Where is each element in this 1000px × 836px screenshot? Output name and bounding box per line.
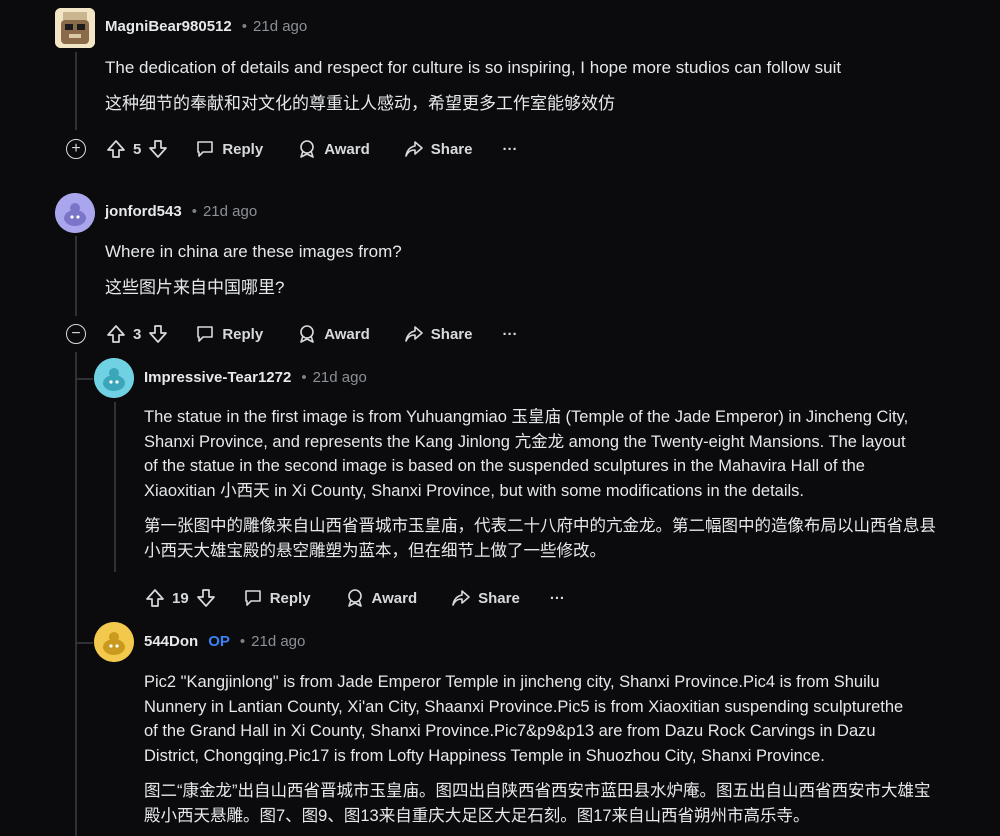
- share-icon: [404, 324, 424, 344]
- comment-text-zh-line: 图二“康金龙”出自山西省晋城市玉皇庙。图四出自陕西省西安市蓝田县水炉庵。图五出自…: [144, 782, 931, 800]
- more-options-icon: ···: [502, 325, 518, 343]
- comment-text-en-line: Xiaoxitian 小西天 in Xi County, Shanxi Prov…: [144, 481, 804, 500]
- thread-line: [114, 402, 116, 572]
- share-icon: [404, 139, 424, 159]
- timestamp[interactable]: 21d ago: [203, 203, 257, 220]
- share-button[interactable]: Share: [451, 588, 520, 608]
- avatar[interactable]: [55, 8, 95, 48]
- separator-dot: •: [241, 18, 248, 35]
- more-options-button[interactable]: ···: [502, 141, 517, 158]
- timestamp[interactable]: 21d ago: [253, 18, 307, 35]
- reply-connector: [75, 378, 93, 380]
- share-button[interactable]: Share: [404, 139, 473, 159]
- avatar[interactable]: [94, 358, 134, 398]
- separator-dot: •: [239, 633, 246, 650]
- award-button[interactable]: Award: [297, 324, 370, 344]
- separator-dot: •: [301, 369, 307, 386]
- award-button[interactable]: Award: [297, 139, 370, 159]
- reply-icon: [243, 588, 263, 608]
- more-options-button[interactable]: ···: [502, 326, 517, 343]
- comment-actions: 3 Reply Award Share ···: [105, 320, 517, 348]
- vote-count: 19: [172, 589, 189, 607]
- username[interactable]: 544Don: [144, 633, 198, 650]
- comment-text-en-line: Pic2 "Kangjinlong" is from Jade Emperor …: [144, 673, 880, 691]
- comment-actions: 19 Reply Award Share ···: [144, 584, 565, 612]
- comment-text-en-line: District, Chongqing.Pic17 is from Lofty …: [144, 746, 825, 765]
- comment-text-zh-line: 第一张图中的雕像来自山西省晋城市玉皇庙，代表二十八府中的亢金龙。第二幅图中的造像…: [144, 517, 936, 535]
- separator-dot: •: [191, 203, 197, 220]
- award-button[interactable]: Award: [345, 588, 418, 608]
- award-icon: [297, 139, 317, 159]
- award-icon: [297, 324, 317, 344]
- comment-body: Pic2 "Kangjinlong" is from Jade Emperor …: [144, 670, 989, 828]
- comment-body: The dedication of details and respect fo…: [105, 56, 975, 116]
- downvote-icon[interactable]: [195, 587, 217, 609]
- reply-button[interactable]: Reply: [195, 139, 263, 159]
- reply-label: Reply: [269, 589, 311, 607]
- comment-meta: Impressive-Tear1272 • 21d ago: [144, 369, 367, 386]
- comment-text-en-line: Nunnery in Lantian County, Xi'an City, S…: [144, 697, 904, 716]
- thread-line: [75, 52, 77, 130]
- username[interactable]: Impressive-Tear1272: [144, 369, 291, 386]
- timestamp[interactable]: 21d ago: [251, 633, 305, 650]
- share-label: Share: [430, 325, 473, 343]
- comment-text-en-line: of the Grand Hall in Xi County, Shanxi P…: [144, 722, 876, 740]
- comment-actions: 5 Reply Award Share ···: [105, 135, 517, 163]
- share-icon: [451, 588, 471, 608]
- username[interactable]: jonford543: [105, 203, 182, 220]
- comment-text-zh-line: 小西天大雄宝殿的悬空雕塑为蓝本，但在细节上做了一些修改。: [144, 541, 606, 560]
- reply-button[interactable]: Reply: [243, 588, 311, 608]
- collapse-thread-button[interactable]: −: [66, 324, 86, 344]
- share-label: Share: [478, 589, 520, 607]
- expand-thread-button[interactable]: +: [66, 139, 86, 159]
- vote-count: 5: [133, 140, 142, 158]
- more-options-button[interactable]: ···: [550, 590, 565, 607]
- comment-text-zh-line: 殿小西天悬雕。图7、图9、图13来自重庆大足区大足石刻。图17来自山西省朔州市高…: [144, 806, 810, 825]
- comment-body: Where in china are these images from? 这些…: [105, 240, 975, 300]
- reply-label: Reply: [222, 140, 264, 158]
- avatar[interactable]: [94, 622, 134, 662]
- more-options-icon: ···: [549, 589, 565, 607]
- upvote-icon[interactable]: [105, 138, 127, 160]
- more-options-icon: ···: [502, 140, 518, 158]
- comment-text-en: The dedication of details and respect fo…: [105, 58, 842, 77]
- award-label: Award: [324, 140, 370, 158]
- username[interactable]: MagniBear980512: [105, 18, 232, 35]
- comment-text-zh: 这些图片来自中国哪里?: [105, 277, 285, 297]
- avatar[interactable]: [55, 193, 95, 233]
- comment-text-en-line: The statue in the first image is from Yu…: [144, 408, 909, 426]
- reply-icon: [195, 324, 215, 344]
- vote-count: 3: [133, 325, 142, 343]
- share-label: Share: [430, 140, 473, 158]
- comment-text-zh: 这种细节的奉献和对文化的尊重让人感动，希望更多工作室能够效仿: [105, 93, 615, 113]
- reply-connector: [75, 642, 93, 644]
- comment-meta: MagniBear980512 • 21d ago: [105, 18, 307, 35]
- comment-text-en: Where in china are these images from?: [105, 242, 402, 261]
- comment-meta: 544Don OP • 21d ago: [144, 633, 305, 650]
- comment-meta: jonford543 • 21d ago: [105, 203, 257, 220]
- comment-body: The statue in the first image is from Yu…: [144, 405, 989, 563]
- comment-text-en-line: Shanxi Province, and represents the Kang…: [144, 432, 906, 451]
- op-badge: OP: [208, 633, 230, 650]
- reply-icon: [195, 139, 215, 159]
- upvote-icon[interactable]: [105, 323, 127, 345]
- timestamp[interactable]: 21d ago: [313, 369, 367, 386]
- comment-text-en-line: of the statue in the second image is bas…: [144, 457, 865, 475]
- upvote-icon[interactable]: [144, 587, 166, 609]
- award-icon: [345, 588, 365, 608]
- reply-label: Reply: [222, 325, 264, 343]
- award-label: Award: [324, 325, 370, 343]
- thread-line: [75, 236, 77, 316]
- thread-line: [75, 352, 77, 836]
- reply-button[interactable]: Reply: [195, 324, 263, 344]
- award-label: Award: [371, 589, 418, 607]
- downvote-icon[interactable]: [147, 138, 169, 160]
- downvote-icon[interactable]: [147, 323, 169, 345]
- share-button[interactable]: Share: [404, 324, 473, 344]
